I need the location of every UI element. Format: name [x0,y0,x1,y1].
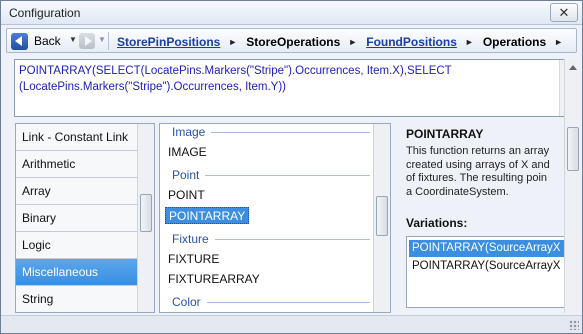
function-item-image[interactable]: IMAGE [165,144,210,161]
group-header-label: Point [172,168,200,182]
category-item-array[interactable]: Array [16,178,137,205]
breadcrumb-separator-icon[interactable]: ► [348,37,357,47]
category-item-link-constant-link[interactable]: Link - Constant Link [16,124,137,151]
group-header-fixture: Fixture [172,232,370,246]
group-header-label: Fixture [172,232,209,246]
variations-list: POINTARRAY(SourceArrayX POINTARRAY(Sourc… [406,236,564,308]
forward-history-dropdown-icon[interactable]: ▼ [98,35,106,44]
breadcrumb-storepinpositions[interactable]: StorePinPositions [117,35,220,49]
close-button[interactable]: ✕ [550,3,578,22]
formula-editor[interactable]: POINTARRAY(SELECT(LocatePins.Markers("St… [14,59,576,117]
breadcrumb-separator-icon[interactable]: ► [228,37,237,47]
breadcrumb-storeoperations: StoreOperations [246,35,341,49]
function-item-point[interactable]: POINT [165,187,208,204]
group-divider [211,131,370,133]
breadcrumb-operations: Operations [482,35,547,49]
group-divider [206,301,370,303]
category-item-arithmetic[interactable]: Arithmetic [16,151,137,178]
function-list: Image IMAGE Point POINT POINTARRAY Fixtu… [159,123,391,313]
resize-grip-icon[interactable] [569,320,579,330]
group-header-label: Image [172,125,206,139]
help-function-title: POINTARRAY [406,127,484,141]
scroll-up-icon[interactable] [569,65,577,70]
group-header-point: Point [172,168,370,182]
navigation-bar: Back ▼ ▼ StorePinPositions ► StoreOperat… [6,28,577,53]
variations-label: Variations: [406,216,468,230]
function-scrollbar[interactable] [373,124,390,312]
back-button[interactable]: Back [11,32,61,50]
help-description-line: a CoordinateSystem. [406,185,509,198]
help-panel: POINTARRAY This function returns an arra… [400,123,564,313]
breadcrumb-separator-icon[interactable]: ► [554,37,563,47]
function-item-fixture[interactable]: FIXTURE [165,251,222,268]
category-item-string[interactable]: String [16,286,137,312]
group-divider [205,174,370,176]
category-item-binary[interactable]: Binary [16,205,137,232]
group-divider [214,238,370,240]
category-item-miscellaneous[interactable]: Miscellaneous [16,259,137,286]
variation-item[interactable]: POINTARRAY(SourceArrayX [409,258,563,275]
help-scroll-thumb[interactable] [567,127,579,171]
function-scroll-thumb[interactable] [376,196,388,236]
group-header-color: Color [172,295,370,309]
category-list: Link - Constant Link Arithmetic Array Bi… [15,123,155,313]
category-item-logic[interactable]: Logic [16,232,137,259]
back-label: Back [34,34,61,48]
window-title: Configuration [9,6,81,20]
help-description-line: created using arrays of X and [406,158,550,171]
help-description-line: This function returns an array [406,145,550,157]
breadcrumb-separator-icon[interactable]: ► [465,37,474,47]
title-bar[interactable]: Configuration ✕ [1,1,582,25]
category-scroll-thumb[interactable] [140,194,152,232]
variation-item[interactable]: POINTARRAY(SourceArrayX [409,240,564,257]
group-header-label: Color [172,295,201,309]
back-arrow-icon [11,32,28,50]
formula-text[interactable]: POINTARRAY(SELECT(LocatePins.Markers("St… [19,63,555,95]
breadcrumb-foundpositions[interactable]: FoundPositions [366,35,457,49]
panel-splitter[interactable] [393,123,399,313]
breadcrumb: StorePinPositions ► StoreOperations ► Fo… [117,33,572,51]
function-item-fixturearray[interactable]: FIXTUREARRAY [165,271,263,288]
back-history-dropdown-icon[interactable]: ▼ [69,35,77,44]
help-scrollbar[interactable] [564,59,581,313]
function-item-pointarray[interactable]: POINTARRAY [165,207,250,224]
help-description-line: of fixtures. The resulting poin [406,172,548,184]
configuration-window: Configuration ✕ Back ▼ ▼ StorePinPositio… [0,0,583,334]
status-bar [1,315,582,333]
nav-divider [108,32,109,50]
forward-arrow-icon[interactable] [79,33,95,49]
help-description: This function returns an array created u… [406,145,564,199]
category-scrollbar[interactable] [137,124,154,312]
group-header-image: Image [172,125,370,139]
